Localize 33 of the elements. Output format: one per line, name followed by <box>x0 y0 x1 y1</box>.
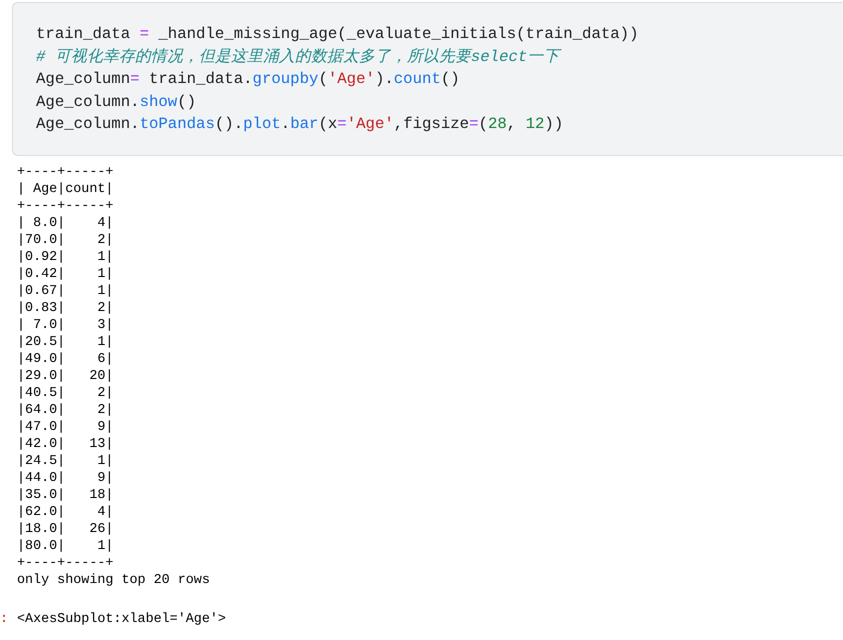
output-line: |18.0| 26| <box>17 520 114 538</box>
output-line: |0.67| 1| <box>17 282 114 300</box>
output-line: |29.0| 20| <box>17 368 114 384</box>
output-line: +----+-----+ <box>17 198 114 214</box>
output-line: |0.92| 1| <box>17 248 114 266</box>
code-line: Age_column.toPandas().plot.bar(x='Age',figsize=(28, 12)) <box>36 114 564 135</box>
output-line: |62.0| 4| <box>17 504 114 520</box>
output-line: | 7.0| 3| <box>17 316 114 334</box>
code-cell[interactable] <box>12 2 843 156</box>
code-line: Age_column= train_data.groupby('Age').count() <box>36 69 460 90</box>
output-line: |47.0| 9| <box>17 418 114 436</box>
output-line: | 8.0| 4| <box>17 214 114 232</box>
output-line: |64.0| 2| <box>17 402 114 418</box>
output-line: |0.83| 2| <box>17 300 114 316</box>
output-line: only showing top 20 rows <box>17 572 210 588</box>
output-line: |20.5| 1| <box>17 334 114 350</box>
code-line: train_data = _handle_missing_age(_evaluate_initials(train_data)) <box>36 24 639 45</box>
output-line: |24.5| 1| <box>17 452 114 470</box>
output-line: +----+-----+ <box>17 164 114 180</box>
code-line: # 可视化幸存的情况，但是这里涌入的数据太多了，所以先要select一下 <box>36 46 560 68</box>
output-line: |35.0| 18| <box>17 486 114 504</box>
output-prompt: : <box>0 610 10 628</box>
output-line: |80.0| 1| <box>17 538 114 554</box>
output-line: +----+-----+ <box>17 554 114 572</box>
output-line: |44.0| 9| <box>17 470 114 486</box>
output-line: |49.0| 6| <box>17 350 114 368</box>
output-line: | Age|count| <box>17 180 114 198</box>
output-line: |40.5| 2| <box>17 384 114 402</box>
code-line: Age_column.show() <box>36 92 196 112</box>
result-text: <AxesSubplot:xlabel='Age'> <box>17 610 226 628</box>
output-line: |0.42| 1| <box>17 266 114 282</box>
output-line: |70.0| 2| <box>17 232 114 248</box>
output-line: |42.0| 13| <box>17 436 114 452</box>
